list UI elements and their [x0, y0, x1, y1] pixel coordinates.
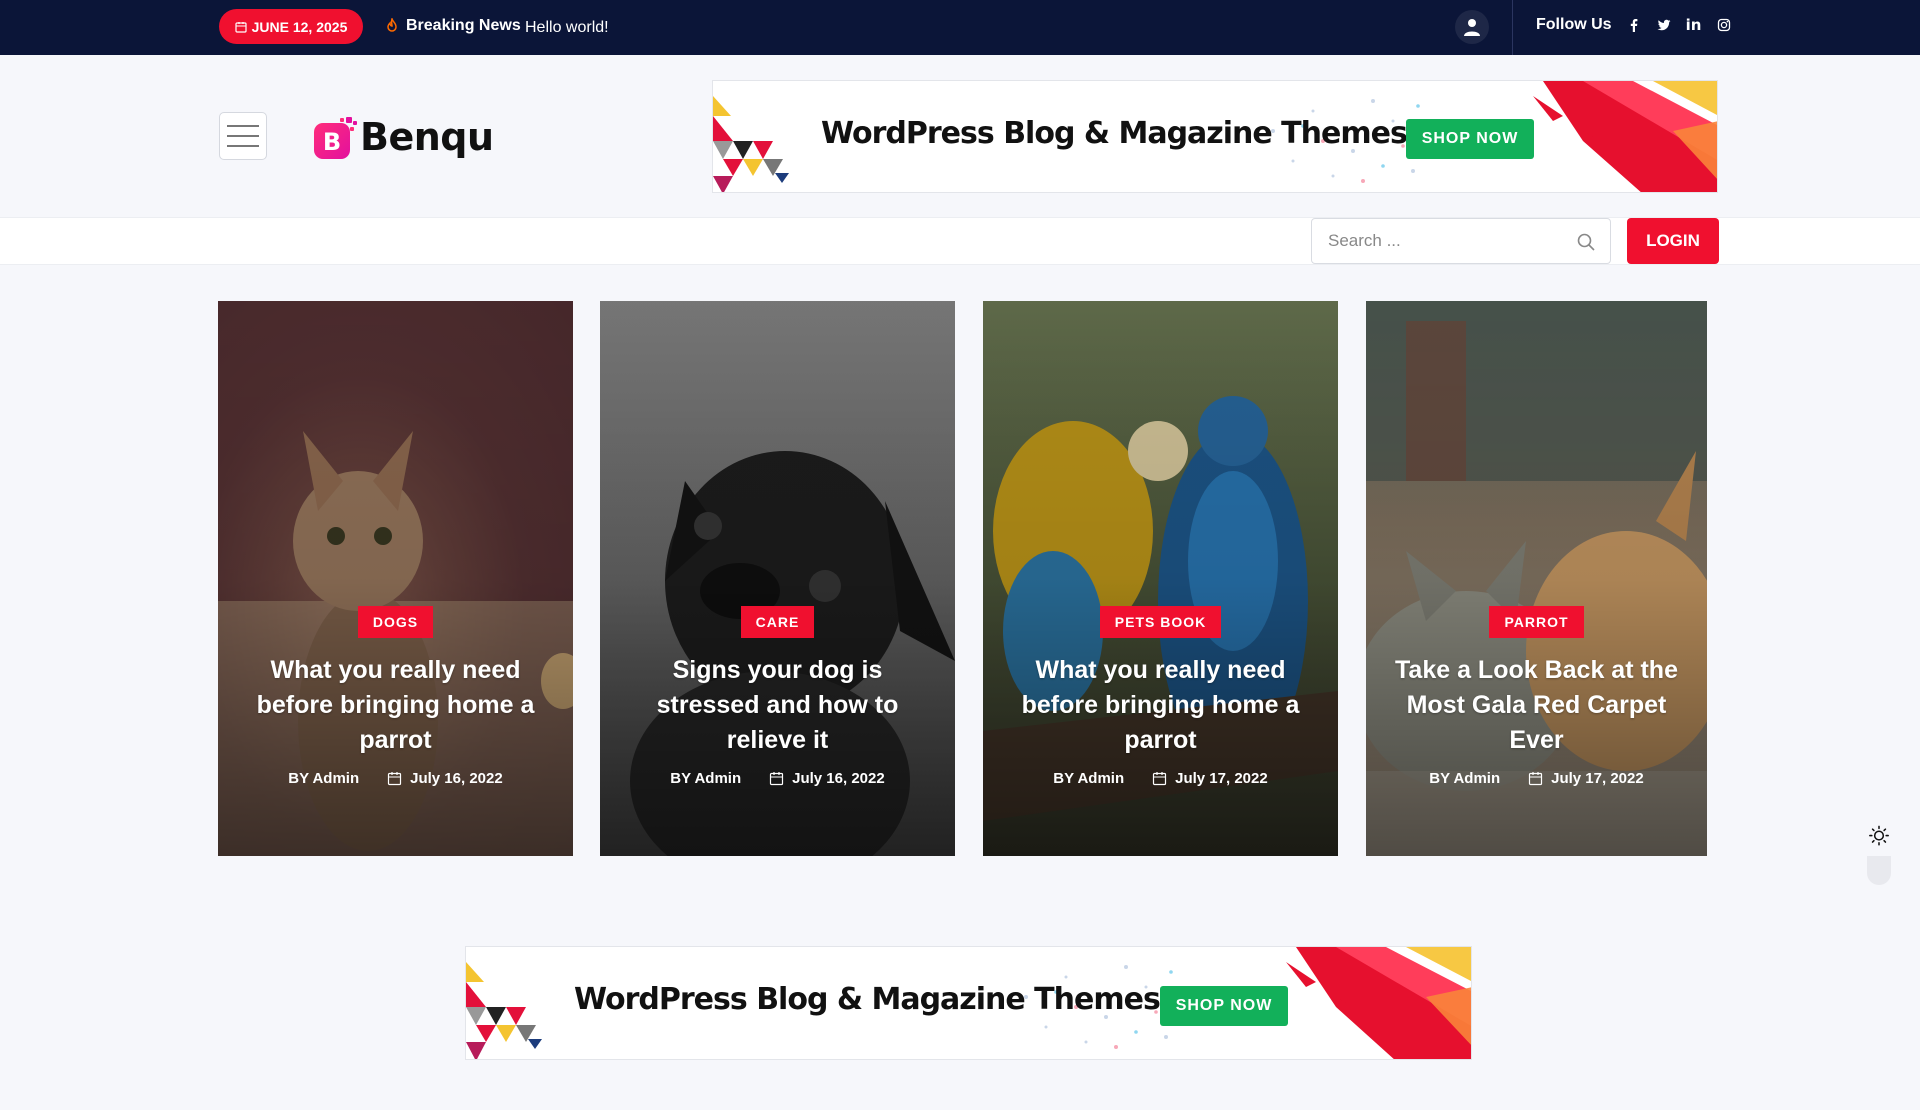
post-card[interactable]: PARROT Take a Look Back at the Most Gala… — [1366, 301, 1707, 856]
post-title[interactable]: Take a Look Back at the Most Gala Red Ca… — [1387, 653, 1687, 758]
post-title[interactable]: What you really need before bringing hom… — [1011, 653, 1311, 758]
search-box[interactable] — [1311, 218, 1611, 264]
breaking-news: Breaking News — [384, 17, 521, 35]
post-date: July 17, 2022 — [1551, 770, 1644, 787]
theme-toggle-track[interactable] — [1867, 856, 1891, 885]
logo-mark: B — [314, 117, 357, 159]
date-text: JUNE 12, 2025 — [251, 18, 348, 35]
follow-us: Follow Us in — [1536, 16, 1732, 34]
calendar-icon — [235, 21, 247, 33]
breaking-news-label: Breaking News — [406, 17, 521, 34]
user-account-button[interactable] — [1455, 10, 1489, 44]
post-card[interactable]: PETS BOOK What you really need before br… — [983, 301, 1338, 856]
post-date: July 17, 2022 — [1175, 770, 1268, 787]
ad-title: WordPress Blog & Magazine Themes — [821, 116, 1408, 151]
category-badge[interactable]: PETS BOOK — [1099, 606, 1222, 638]
category-badge[interactable]: PARROT — [1489, 606, 1584, 638]
search-icon[interactable] — [1576, 232, 1596, 252]
ad-title: WordPress Blog & Magazine Themes — [574, 982, 1161, 1017]
post-meta: BY Admin July 16, 2022 — [670, 770, 884, 787]
site-logo[interactable]: B Benqu — [314, 115, 494, 159]
logo-letter: B — [323, 128, 341, 156]
post-author[interactable]: BY Admin — [670, 770, 741, 787]
post-meta: BY Admin July 17, 2022 — [1429, 770, 1643, 787]
date-badge: JUNE 12, 2025 — [219, 9, 363, 44]
bottom-ad-banner[interactable]: WordPress Blog & Magazine Themes SHOP NO… — [465, 946, 1472, 1060]
post-title[interactable]: Signs your dog is stressed and how to re… — [628, 653, 928, 758]
linkedin-icon[interactable]: in — [1686, 16, 1702, 34]
logo-text: Benqu — [360, 115, 494, 159]
post-date: July 16, 2022 — [410, 770, 503, 787]
post-card[interactable]: DOGS What you really need before bringin… — [218, 301, 573, 856]
category-badge[interactable]: CARE — [740, 606, 815, 638]
calendar-icon — [1529, 772, 1543, 786]
follow-us-label: Follow Us — [1536, 16, 1612, 33]
ticker-link[interactable]: Hello world! — [525, 19, 609, 37]
instagram-icon[interactable] — [1716, 17, 1732, 33]
shop-now-button[interactable]: SHOP NOW — [1160, 986, 1288, 1026]
twitter-icon[interactable] — [1656, 17, 1672, 33]
user-icon — [1464, 19, 1480, 36]
post-title[interactable]: What you really need before bringing hom… — [246, 653, 546, 758]
hamburger-menu-button[interactable] — [219, 112, 267, 160]
login-button[interactable]: LOGIN — [1627, 218, 1719, 264]
search-input[interactable] — [1312, 219, 1552, 263]
shop-now-button[interactable]: SHOP NOW — [1406, 119, 1534, 159]
calendar-icon — [1153, 772, 1167, 786]
post-author[interactable]: BY Admin — [1053, 770, 1124, 787]
top-ad-banner[interactable]: WordPress Blog & Magazine Themes SHOP NO… — [712, 80, 1718, 193]
sun-icon[interactable] — [1868, 825, 1890, 846]
fire-icon — [387, 18, 397, 32]
post-author[interactable]: BY Admin — [288, 770, 359, 787]
post-author[interactable]: BY Admin — [1429, 770, 1500, 787]
post-meta: BY Admin July 17, 2022 — [1053, 770, 1267, 787]
topbar-divider — [1512, 0, 1513, 55]
calendar-icon — [388, 772, 402, 786]
facebook-icon[interactable] — [1626, 17, 1642, 33]
theme-toggle[interactable] — [1864, 825, 1894, 885]
post-meta: BY Admin July 16, 2022 — [288, 770, 502, 787]
post-date: July 16, 2022 — [792, 770, 885, 787]
top-bar: JUNE 12, 2025 Breaking News Hello world!… — [0, 0, 1920, 55]
calendar-icon — [770, 772, 784, 786]
category-badge[interactable]: DOGS — [357, 606, 434, 638]
post-card[interactable]: CARE Signs your dog is stressed and how … — [600, 301, 955, 856]
